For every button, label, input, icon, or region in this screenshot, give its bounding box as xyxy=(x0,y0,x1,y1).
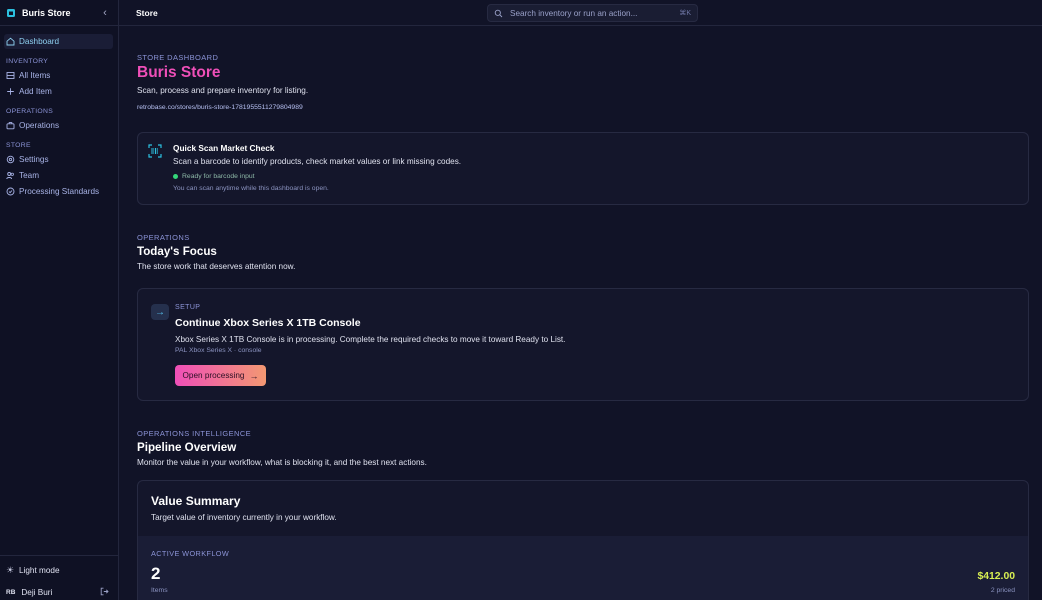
active-items-label: Items xyxy=(151,587,168,594)
user-profile[interactable]: RB Deji Buri xyxy=(0,584,118,600)
scan-status-label: Ready for barcode input xyxy=(182,173,255,180)
focus-title: Continue Xbox Series X 1TB Console xyxy=(175,317,361,329)
quick-scan-body: Quick Scan Market Check Scan a barcode t… xyxy=(173,143,461,192)
sidebar-item-dashboard[interactable]: Dashboard xyxy=(4,34,113,49)
active-workflow-label: ACTIVE WORKFLOW xyxy=(151,549,230,558)
user-name: Deji Buri xyxy=(21,587,53,597)
scan-hint: You can scan anytime while this dashboar… xyxy=(173,185,329,192)
operations-eyebrow: OPERATIONS xyxy=(137,233,190,242)
sidebar-item-label: Add Item xyxy=(19,87,52,96)
search-placeholder: Search inventory or run an action... xyxy=(510,8,638,18)
topbar: Store Search inventory or run an action.… xyxy=(119,0,1042,26)
users-icon xyxy=(6,171,15,180)
sidebar-footer: ☀ Light mode RB Deji Buri xyxy=(0,555,118,600)
check-circle-icon xyxy=(6,187,15,196)
sidebar-section-store: STORE xyxy=(6,142,31,149)
sidebar-item-label: All Items xyxy=(19,71,51,80)
sidebar-item-operations[interactable]: Operations xyxy=(4,118,113,133)
focus-body: SETUP Continue Xbox Series X 1TB Console… xyxy=(175,304,565,354)
avatar: RB xyxy=(6,588,16,596)
active-items-count: 2 xyxy=(151,564,161,583)
sidebar-nav: Dashboard INVENTORY All Items Add Item O… xyxy=(0,26,118,199)
status-dot-icon xyxy=(173,174,178,179)
collapse-sidebar-icon[interactable]: ‹ xyxy=(100,7,110,19)
store-title: Buris Store xyxy=(137,64,221,81)
sidebar-item-settings[interactable]: Settings xyxy=(4,152,113,167)
barcode-scanner-icon xyxy=(148,144,162,158)
focus-meta: PAL Xbox Series X · console xyxy=(175,347,262,354)
sidebar-item-add-item[interactable]: Add Item xyxy=(4,84,113,99)
sidebar-item-team[interactable]: Team xyxy=(4,168,113,183)
search-input[interactable]: Search inventory or run an action... ⌘K xyxy=(487,4,698,22)
store-url-link[interactable]: retrobase.co/stores/buris-store-17819555… xyxy=(137,104,308,111)
pipeline-header: OPERATIONS INTELLIGENCE Pipeline Overvie… xyxy=(137,429,427,467)
active-value-amount: $412.00 xyxy=(977,571,1015,582)
todays-focus-title: Today's Focus xyxy=(137,245,217,258)
logout-icon[interactable] xyxy=(100,587,109,598)
value-summary-subtitle: Target value of inventory currently in y… xyxy=(151,513,337,522)
store-dashboard-eyebrow: STORE DASHBOARD xyxy=(137,53,219,62)
quick-scan-card[interactable]: Quick Scan Market Check Scan a barcode t… xyxy=(137,132,1029,205)
sidebar-header: Buris Store ‹ xyxy=(0,0,118,26)
store-icon xyxy=(6,8,16,18)
arrow-right-icon: → xyxy=(151,304,169,320)
open-processing-button[interactable]: Open processing → xyxy=(175,365,266,386)
pipeline-eyebrow: OPERATIONS INTELLIGENCE xyxy=(137,429,252,438)
sidebar-item-label: Dashboard xyxy=(19,37,60,46)
search-icon xyxy=(494,9,503,18)
list-icon xyxy=(6,71,15,80)
sidebar-item-processing-standards[interactable]: Processing Standards xyxy=(4,184,113,199)
value-summary-card: Value Summary Target value of inventory … xyxy=(137,480,1029,600)
search-shortcut: ⌘K xyxy=(679,10,691,17)
sidebar-section-inventory: INVENTORY xyxy=(6,58,49,65)
pipeline-title: Pipeline Overview xyxy=(137,441,237,454)
store-header: STORE DASHBOARD Buris Store Scan, proces… xyxy=(137,53,308,111)
store-name: Buris Store xyxy=(22,7,71,18)
scan-status: Ready for barcode input xyxy=(173,173,461,180)
operations-header: OPERATIONS Today's Focus The store work … xyxy=(137,233,295,271)
sidebar-item-label: Processing Standards xyxy=(19,187,100,196)
sidebar: Buris Store ‹ Dashboard INVENTORY All It… xyxy=(0,0,119,600)
home-icon xyxy=(6,37,15,46)
focus-eyebrow: SETUP xyxy=(175,304,201,311)
sidebar-item-label: Team xyxy=(19,171,40,180)
active-workflow-panel: ACTIVE WORKFLOW 2 Items $412.00 2 priced xyxy=(138,536,1028,600)
sidebar-item-label: Settings xyxy=(19,155,49,164)
sidebar-item-all-items[interactable]: All Items xyxy=(4,68,113,83)
plus-icon xyxy=(6,87,15,96)
sidebar-section-operations: OPERATIONS xyxy=(6,108,54,115)
page-title: Store xyxy=(136,7,158,18)
quick-scan-title: Quick Scan Market Check xyxy=(173,143,275,153)
gear-icon xyxy=(6,155,15,164)
arrow-right-icon: → xyxy=(249,370,259,381)
todays-focus-subtitle: The store work that deserves attention n… xyxy=(137,262,296,271)
sidebar-item-label: Operations xyxy=(19,121,60,130)
light-mode-toggle[interactable]: ☀ Light mode xyxy=(0,556,118,584)
light-mode-label: Light mode xyxy=(19,565,60,575)
pipeline-subtitle: Monitor the value in your workflow, what… xyxy=(137,458,427,467)
store-subtitle: Scan, process and prepare inventory for … xyxy=(137,86,309,95)
focus-card: → SETUP Continue Xbox Series X 1TB Conso… xyxy=(137,288,1029,401)
focus-description: Xbox Series X 1TB Console is in processi… xyxy=(175,335,566,344)
sun-icon: ☀ xyxy=(6,564,15,575)
quick-scan-description: Scan a barcode to identify products, che… xyxy=(173,157,462,166)
value-summary-title: Value Summary xyxy=(151,494,241,508)
briefcase-icon xyxy=(6,121,15,130)
open-processing-label: Open processing xyxy=(182,371,245,380)
priced-count-label: 2 priced xyxy=(990,587,1015,594)
